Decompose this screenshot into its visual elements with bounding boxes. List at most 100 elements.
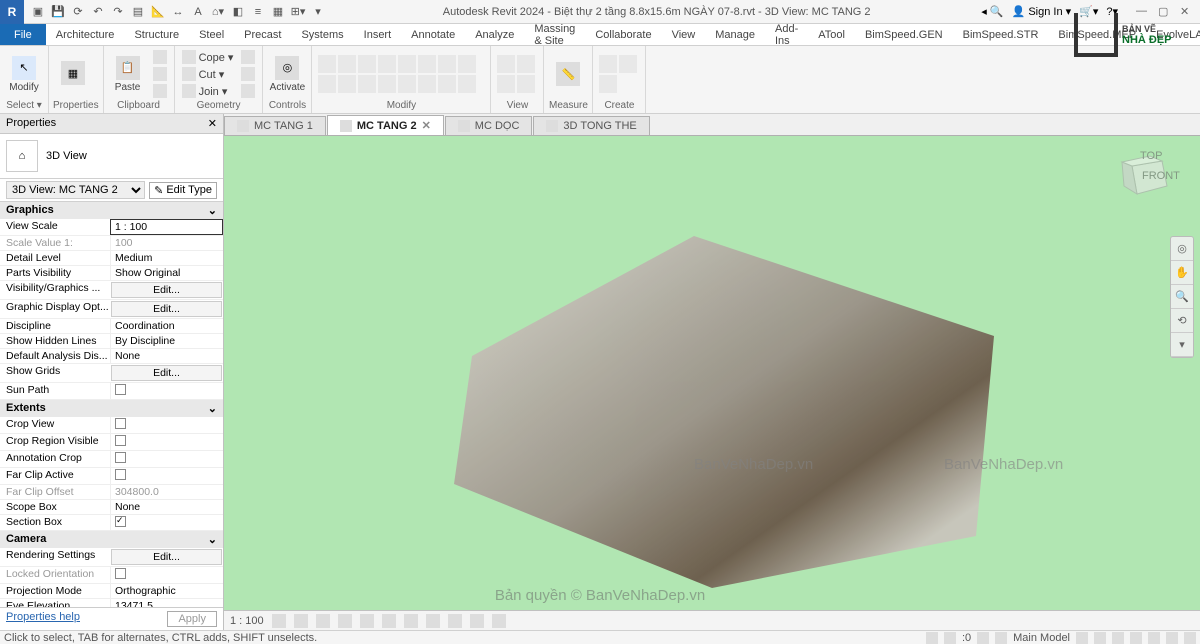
view-tab-mc-tang-2[interactable]: MC TANG 2✕ xyxy=(327,115,444,135)
tab-bimspeed-str[interactable]: BimSpeed.STR xyxy=(953,24,1049,45)
tab-close-icon[interactable]: ✕ xyxy=(422,119,431,132)
prop-proj-value[interactable]: Orthographic xyxy=(110,584,223,598)
view-icon-2[interactable] xyxy=(517,55,535,73)
prop-render-button[interactable]: Edit... xyxy=(111,549,222,565)
prop-scope-value[interactable]: None xyxy=(110,500,223,514)
create-icon-1[interactable] xyxy=(599,55,617,73)
modify-button[interactable]: ↖Modify xyxy=(4,54,44,95)
tab-analyze[interactable]: Analyze xyxy=(465,24,524,45)
measure-button[interactable]: 📏 xyxy=(548,60,588,88)
scale-icon[interactable] xyxy=(358,75,376,93)
split-icon[interactable] xyxy=(318,75,336,93)
unpin-icon[interactable] xyxy=(398,75,416,93)
copy-icon[interactable] xyxy=(418,55,436,73)
activate-button[interactable]: ◎Activate xyxy=(267,54,307,95)
view-icon-3[interactable] xyxy=(497,75,515,93)
prop-sun-check[interactable] xyxy=(110,383,223,399)
cut-small-button[interactable] xyxy=(150,49,170,65)
reveal-icon[interactable] xyxy=(470,614,484,628)
section-graphics[interactable]: Graphics⌄ xyxy=(0,202,223,219)
align-icon[interactable] xyxy=(318,55,336,73)
tab-manage[interactable]: Manage xyxy=(705,24,765,45)
rendering-icon[interactable] xyxy=(360,614,374,628)
detail-level-icon[interactable] xyxy=(272,614,286,628)
prop-hidden-value[interactable]: By Discipline xyxy=(110,334,223,348)
mod-icon-1[interactable] xyxy=(438,75,456,93)
prop-parts-value[interactable]: Show Original xyxy=(110,266,223,280)
trim-icon[interactable] xyxy=(458,55,476,73)
maximize-icon[interactable]: ▢ xyxy=(1158,5,1172,19)
sb-v-icon[interactable] xyxy=(1184,632,1196,644)
rotate-icon[interactable] xyxy=(438,55,456,73)
mirror-draw-icon[interactable] xyxy=(378,55,396,73)
nav-orbit-icon[interactable]: ⟲ xyxy=(1171,309,1193,333)
view-cube[interactable]: FRONTTOP xyxy=(1112,146,1182,216)
tab-bimspeed-mep[interactable]: BimSpeed.MEP xyxy=(1048,24,1146,45)
qat-home-icon[interactable]: ⌂▾ xyxy=(210,4,226,20)
prop-detail-value[interactable]: Medium xyxy=(110,251,223,265)
instance-select[interactable]: 3D View: MC TANG 2 xyxy=(6,181,145,199)
tab-evolvelab[interactable]: EvolveLAB xyxy=(1146,24,1200,45)
tab-view[interactable]: View xyxy=(662,24,706,45)
file-tab[interactable]: File xyxy=(0,24,46,45)
view-tab-mc-doc[interactable]: MC DỌC xyxy=(445,116,533,135)
properties-close-icon[interactable]: ✕ xyxy=(208,117,217,130)
qat-dropdown-icon[interactable]: ▾ xyxy=(310,4,326,20)
qat-section-icon[interactable]: ◧ xyxy=(230,4,246,20)
qat-measure-icon[interactable]: 📐 xyxy=(150,4,166,20)
scale-control[interactable]: 1 : 100 xyxy=(230,615,264,627)
geom-btn-2[interactable] xyxy=(238,66,258,82)
cart-icon[interactable]: 🛒▾ xyxy=(1079,5,1098,18)
qat-close-hidden-icon[interactable]: ▦ xyxy=(270,4,286,20)
visual-style-icon[interactable] xyxy=(294,614,308,628)
pin-icon[interactable] xyxy=(378,75,396,93)
move-icon[interactable] xyxy=(398,55,416,73)
analytical-icon[interactable] xyxy=(492,614,506,628)
paste-button[interactable]: 📋Paste xyxy=(108,54,148,95)
unlock-icon[interactable] xyxy=(426,614,440,628)
nav-more-icon[interactable]: ▾ xyxy=(1171,333,1193,357)
qat-thin-lines-icon[interactable]: ≡ xyxy=(250,4,266,20)
view-tab-mc-tang-1[interactable]: MC TANG 1 xyxy=(224,116,326,135)
tab-architecture[interactable]: Architecture xyxy=(46,24,125,45)
qat-save-icon[interactable]: 💾 xyxy=(50,4,66,20)
delete-icon[interactable] xyxy=(418,75,436,93)
minimize-icon[interactable]: — xyxy=(1136,5,1150,19)
array-icon[interactable] xyxy=(338,75,356,93)
offset-icon[interactable] xyxy=(338,55,356,73)
prop-cropr-check[interactable] xyxy=(110,434,223,450)
sb-worksets-icon[interactable] xyxy=(977,632,989,644)
tab-addins[interactable]: Add-Ins xyxy=(765,24,808,45)
qat-dim-icon[interactable]: ↔ xyxy=(170,4,186,20)
tab-atool[interactable]: ATool xyxy=(808,24,855,45)
help-icon[interactable]: ?▾ xyxy=(1106,5,1118,18)
mirror-axis-icon[interactable] xyxy=(358,55,376,73)
prop-gdisp-button[interactable]: Edit... xyxy=(111,301,222,317)
crop-region-icon[interactable] xyxy=(404,614,418,628)
sb-main-model[interactable]: Main Model xyxy=(1013,632,1070,644)
match-small-button[interactable] xyxy=(150,83,170,99)
close-icon[interactable]: ✕ xyxy=(1180,5,1194,19)
prop-anno-check[interactable] xyxy=(110,451,223,467)
sb-pin-icon[interactable] xyxy=(1112,632,1124,644)
sb-link-icon[interactable] xyxy=(1094,632,1106,644)
sb-filter-icon[interactable] xyxy=(1076,632,1088,644)
view-icon-4[interactable] xyxy=(517,75,535,93)
copy-small-button[interactable] xyxy=(150,66,170,82)
qat-print-icon[interactable]: ▤ xyxy=(130,4,146,20)
viewport-canvas[interactable]: BanVeNhaDep.vn BanVeNhaDep.vn FRONTTOP ◎… xyxy=(224,136,1200,610)
create-icon-3[interactable] xyxy=(599,75,617,93)
search-icon[interactable]: ◂ 🔍 xyxy=(981,5,1003,18)
section-camera[interactable]: Camera⌄ xyxy=(0,531,223,548)
section-extents[interactable]: Extents⌄ xyxy=(0,400,223,417)
sb-icon-1[interactable] xyxy=(926,632,938,644)
crop-icon[interactable] xyxy=(382,614,396,628)
temp-hide-icon[interactable] xyxy=(448,614,462,628)
qat-text-icon[interactable]: A xyxy=(190,4,206,20)
nav-wheel-icon[interactable]: ◎ xyxy=(1171,237,1193,261)
properties-help-link[interactable]: Properties help xyxy=(6,611,80,627)
prop-analysis-value[interactable]: None xyxy=(110,349,223,363)
edit-type-button[interactable]: ✎Edit Type xyxy=(149,182,217,199)
cut-geom-button[interactable]: Cut ▾ xyxy=(179,66,237,82)
tab-precast[interactable]: Precast xyxy=(234,24,291,45)
